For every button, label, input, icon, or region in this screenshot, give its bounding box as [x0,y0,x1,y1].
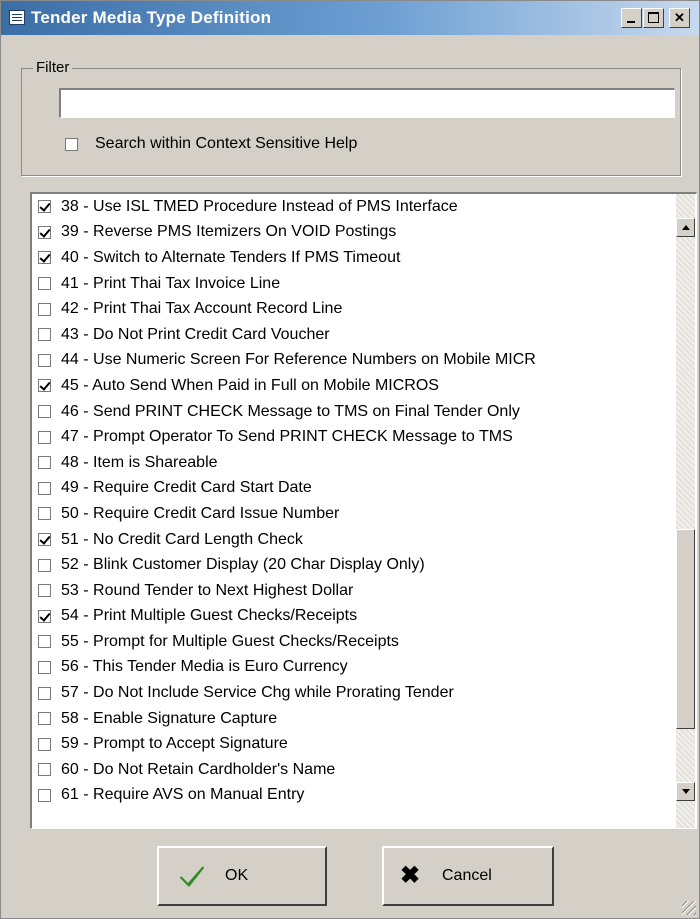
option-checkbox[interactable] [38,277,51,291]
resize-grip[interactable] [682,901,696,915]
option-checkbox[interactable] [38,405,51,419]
option-label: 61 - Require AVS on Manual Entry [61,786,305,804]
option-checkbox[interactable] [38,200,51,214]
option-label: 55 - Prompt for Multiple Guest Checks/Re… [61,632,399,650]
option-checkbox[interactable] [38,353,51,367]
option-item[interactable]: 54 - Print Multiple Guest Checks/Receipt… [32,604,672,630]
option-label: 58 - Enable Signature Capture [61,709,278,727]
option-item[interactable]: 52 - Blink Customer Display (20 Char Dis… [32,552,672,578]
cancel-button[interactable]: ✖ Cancel [382,846,554,906]
option-label: 49 - Require Credit Card Start Date [61,479,312,497]
option-label: 54 - Print Multiple Guest Checks/Receipt… [61,607,358,625]
option-checkbox[interactable] [38,686,51,700]
option-item[interactable]: 51 - No Credit Card Length Check [32,527,672,553]
option-label: 42 - Print Thai Tax Account Record Line [61,300,343,318]
option-label: 47 - Prompt Operator To Send PRINT CHECK… [61,428,513,446]
cancel-label: Cancel [442,867,492,884]
option-checkbox[interactable] [38,302,51,316]
window-title: Tender Media Type Definition [31,8,272,27]
option-item[interactable]: 53 - Round Tender to Next Highest Dollar [32,578,672,604]
option-item[interactable]: 46 - Send PRINT CHECK Message to TMS on … [32,399,672,425]
filter-input[interactable] [59,88,675,118]
option-item[interactable]: 48 - Item is Shareable [32,450,672,476]
option-item[interactable]: 50 - Require Credit Card Issue Number [32,501,672,527]
x-icon: ✖ [400,862,421,889]
scroll-thumb[interactable] [676,529,695,729]
option-label: 50 - Require Credit Card Issue Number [61,504,340,522]
tender-media-dialog: Tender Media Type Definition ✕ Filter Se… [0,0,700,919]
option-item[interactable]: 55 - Prompt for Multiple Guest Checks/Re… [32,629,672,655]
option-item[interactable]: 38 - Use ISL TMED Procedure Instead of P… [32,194,672,220]
option-item[interactable]: 40 - Switch to Alternate Tenders If PMS … [32,245,672,271]
option-item[interactable]: 42 - Print Thai Tax Account Record Line [32,296,672,322]
ok-label: OK [225,867,249,884]
option-item[interactable]: 49 - Require Credit Card Start Date [32,476,672,502]
option-label: 44 - Use Numeric Screen For Reference Nu… [61,351,536,369]
option-label: 41 - Print Thai Tax Invoice Line [61,274,281,292]
scroll-down-button[interactable] [676,782,695,801]
option-checkbox[interactable] [38,251,51,265]
option-checkbox[interactable] [38,379,51,393]
option-checkbox[interactable] [38,584,51,598]
option-item[interactable]: 39 - Reverse PMS Itemizers On VOID Posti… [32,220,672,246]
option-checkbox[interactable] [38,660,51,674]
option-item[interactable]: 44 - Use Numeric Screen For Reference Nu… [32,348,672,374]
option-label: 39 - Reverse PMS Itemizers On VOID Posti… [61,223,397,241]
filter-group [21,68,681,176]
option-checkbox[interactable] [38,788,51,802]
vertical-scrollbar[interactable] [676,194,695,828]
option-label: 48 - Item is Shareable [61,453,218,471]
option-label: 52 - Blink Customer Display (20 Char Dis… [61,556,425,574]
options-list-items: 38 - Use ISL TMED Procedure Instead of P… [32,194,672,828]
scroll-up-button[interactable] [676,218,695,237]
option-checkbox[interactable] [38,456,51,470]
option-label: 38 - Use ISL TMED Procedure Instead of P… [61,197,458,215]
options-list: 38 - Use ISL TMED Procedure Instead of P… [30,192,697,829]
option-item[interactable]: 61 - Require AVS on Manual Entry [32,783,672,809]
option-label: 46 - Send PRINT CHECK Message to TMS on … [61,402,520,420]
title-bar[interactable]: Tender Media Type Definition ✕ [1,1,699,35]
option-item[interactable]: 60 - Do Not Retain Cardholder's Name [32,757,672,783]
maximize-button[interactable] [643,8,664,28]
search-help-option[interactable]: Search within Context Sensitive Help [65,135,357,153]
ok-button[interactable]: OK [157,846,327,906]
option-item[interactable]: 47 - Prompt Operator To Send PRINT CHECK… [32,424,672,450]
minimize-button[interactable] [621,8,642,28]
option-item[interactable]: 45 - Auto Send When Paid in Full on Mobi… [32,373,672,399]
filter-legend: Filter [33,59,73,76]
option-checkbox[interactable] [38,328,51,342]
option-label: 45 - Auto Send When Paid in Full on Mobi… [61,376,439,394]
option-item[interactable]: 58 - Enable Signature Capture [32,706,672,732]
option-item[interactable]: 43 - Do Not Print Credit Card Voucher [32,322,672,348]
option-item[interactable]: 57 - Do Not Include Service Chg while Pr… [32,680,672,706]
checkmark-icon [180,866,204,887]
option-checkbox[interactable] [38,481,51,495]
option-checkbox[interactable] [38,737,51,751]
option-item[interactable]: 41 - Print Thai Tax Invoice Line [32,271,672,297]
option-checkbox[interactable] [38,430,51,444]
search-help-label: Search within Context Sensitive Help [95,135,358,152]
option-label: 51 - No Credit Card Length Check [61,530,303,548]
option-label: 59 - Prompt to Accept Signature [61,735,288,753]
window-app-icon[interactable] [9,10,25,25]
option-item[interactable]: 56 - This Tender Media is Euro Currency [32,655,672,681]
option-label: 57 - Do Not Include Service Chg while Pr… [61,684,454,702]
option-label: 60 - Do Not Retain Cardholder's Name [61,760,336,778]
option-checkbox[interactable] [38,225,51,239]
option-checkbox[interactable] [38,763,51,777]
option-checkbox[interactable] [38,712,51,726]
option-checkbox[interactable] [38,635,51,649]
option-checkbox[interactable] [38,558,51,572]
search-help-checkbox[interactable] [65,137,78,151]
option-checkbox[interactable] [38,507,51,521]
option-label: 56 - This Tender Media is Euro Currency [61,658,348,676]
option-label: 53 - Round Tender to Next Highest Dollar [61,581,354,599]
option-checkbox[interactable] [38,533,51,547]
close-button[interactable]: ✕ [669,8,690,28]
option-label: 43 - Do Not Print Credit Card Voucher [61,325,330,343]
option-checkbox[interactable] [38,609,51,623]
option-label: 40 - Switch to Alternate Tenders If PMS … [61,248,401,266]
option-item[interactable]: 59 - Prompt to Accept Signature [32,731,672,757]
